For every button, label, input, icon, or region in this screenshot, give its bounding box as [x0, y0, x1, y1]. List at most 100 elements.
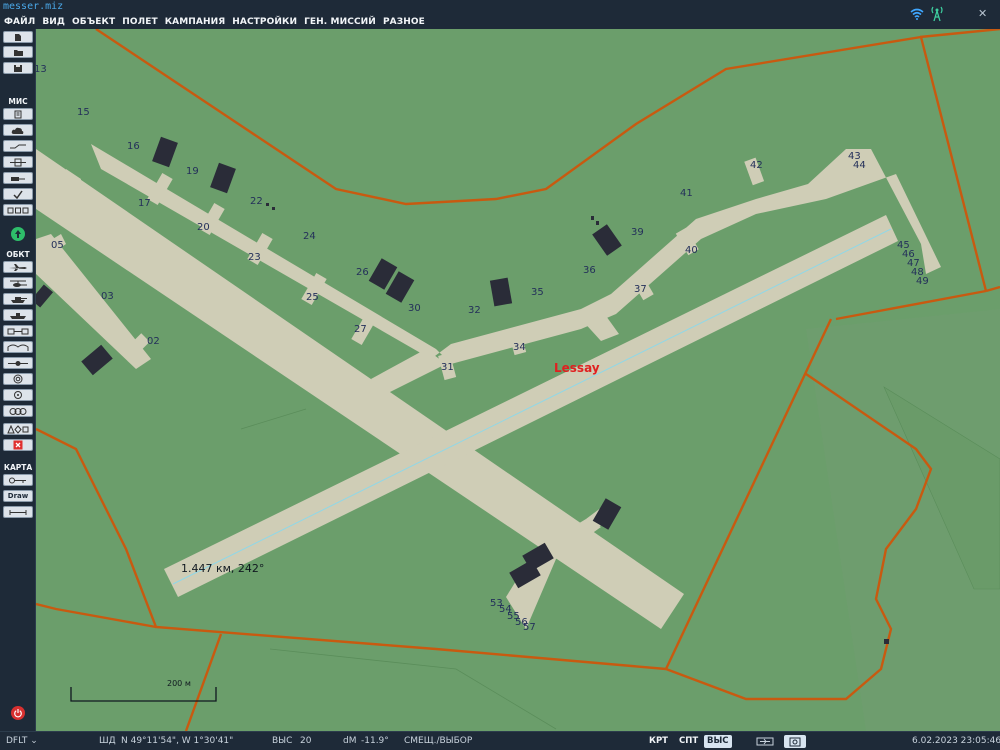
- parking-label[interactable]: 34: [513, 342, 526, 353]
- map-layer-button[interactable]: [784, 735, 806, 748]
- menu-misc[interactable]: РАЗНОЕ: [383, 17, 425, 27]
- satellite-mode-button[interactable]: СПТ: [676, 735, 701, 748]
- static-object-icon: [7, 328, 29, 334]
- parking-label[interactable]: 13: [36, 64, 47, 75]
- plane-filter-button[interactable]: [754, 735, 776, 748]
- group-icon: [9, 407, 27, 415]
- menu-view[interactable]: ВИД: [42, 17, 65, 27]
- menu-campaign[interactable]: КАМПАНИЯ: [165, 17, 226, 27]
- wifi-icon[interactable]: [910, 8, 924, 20]
- airfield-name-label[interactable]: Lessay: [554, 361, 600, 375]
- altitude-label: ВЫС: [272, 736, 293, 746]
- parking-label[interactable]: 16: [127, 141, 140, 152]
- cursor-mode: СМЕЩ./ВЫБОР: [404, 736, 473, 746]
- menu-flight[interactable]: ПОЛЕТ: [122, 17, 157, 27]
- parking-label[interactable]: 27: [354, 324, 367, 335]
- hangar: [884, 639, 889, 644]
- add-navpoint-button[interactable]: [3, 357, 33, 369]
- parking-label[interactable]: 32: [468, 305, 481, 316]
- coords-label: ШД: [99, 736, 116, 746]
- delete-icon: [13, 440, 23, 450]
- parking-label[interactable]: 15: [77, 107, 90, 118]
- menu-settings[interactable]: НАСТРОЙКИ: [232, 17, 297, 27]
- save-file-button[interactable]: [3, 62, 33, 74]
- parking-label[interactable]: 42: [750, 160, 763, 171]
- menu-mission-generator[interactable]: ГЕН. МИССИЙ: [304, 17, 376, 27]
- draw-label: Draw: [7, 492, 29, 500]
- map-options-button[interactable]: [3, 474, 33, 486]
- title-bar: messer.miz: [0, 0, 1000, 14]
- altitude-mode-button[interactable]: ВЫС: [704, 735, 732, 748]
- parking-label[interactable]: 40: [685, 245, 698, 256]
- close-icon[interactable]: ✕: [978, 7, 987, 21]
- parking-label[interactable]: 26: [356, 267, 369, 278]
- add-zone-button[interactable]: [3, 373, 33, 385]
- fly-mission-button[interactable]: [11, 227, 25, 241]
- parking-label[interactable]: 24: [303, 231, 316, 242]
- parking-label[interactable]: 05: [51, 240, 64, 251]
- resource-icon: [11, 176, 25, 181]
- open-file-button[interactable]: [3, 46, 33, 58]
- altitude-value: 20: [300, 736, 312, 746]
- resource-manager-button[interactable]: [3, 172, 33, 184]
- profile-label: DFLT: [6, 736, 28, 746]
- profile-selector[interactable]: DFLT ⌄: [6, 736, 38, 746]
- goals-button[interactable]: [3, 188, 33, 200]
- menu-file[interactable]: ФАЙЛ: [4, 17, 35, 27]
- parking-label[interactable]: 36: [583, 265, 596, 276]
- ruler-button[interactable]: [3, 506, 33, 518]
- parking-label[interactable]: 03: [101, 291, 114, 302]
- parking-label[interactable]: 25: [306, 292, 319, 303]
- plane-filter-icon: [756, 737, 774, 746]
- mission-map[interactable]: 13 15 16 17 19 20 22 23 24 25 26 27 30 3…: [36, 29, 1000, 731]
- draw-button[interactable]: Draw: [3, 490, 33, 502]
- parking-label[interactable]: 57: [523, 622, 536, 633]
- hangar: [210, 162, 236, 194]
- ruler-measurement-readout: 1.447 км, 242°: [181, 562, 265, 575]
- add-plane-button[interactable]: [3, 261, 33, 273]
- hangar: [591, 216, 594, 220]
- trigger-zone-button[interactable]: [3, 156, 33, 168]
- menu-object[interactable]: ОБЪЕКТ: [72, 17, 115, 27]
- add-fortification-button[interactable]: [3, 341, 33, 353]
- field-outline: [269, 648, 557, 730]
- parking-label[interactable]: 49: [916, 276, 929, 287]
- parking-label[interactable]: 23: [248, 252, 261, 263]
- template-icon: [7, 207, 29, 213]
- briefing-button[interactable]: [3, 108, 33, 120]
- parking-label[interactable]: 44: [853, 160, 866, 171]
- parking-label[interactable]: 20: [197, 222, 210, 233]
- parking-label[interactable]: 22: [250, 196, 263, 207]
- parking-label[interactable]: 41: [680, 188, 693, 199]
- arrow-up-icon: [15, 230, 21, 238]
- parking-label[interactable]: 17: [138, 198, 151, 209]
- shapes-icon: [7, 424, 29, 434]
- add-group-button[interactable]: [3, 405, 33, 417]
- new-file-button[interactable]: [3, 31, 33, 43]
- hangar: [81, 344, 113, 376]
- parking-label[interactable]: 30: [408, 303, 421, 314]
- add-helicopter-button[interactable]: [3, 277, 33, 289]
- parking-label[interactable]: 39: [631, 227, 644, 238]
- parking-label[interactable]: 35: [531, 287, 544, 298]
- add-static-object-button[interactable]: [3, 325, 33, 337]
- parking-label[interactable]: 02: [147, 336, 160, 347]
- templates-button[interactable]: [3, 204, 33, 216]
- parking-label[interactable]: 31: [441, 362, 454, 373]
- map-mode-button[interactable]: КРТ: [646, 735, 671, 748]
- add-point-button[interactable]: [3, 389, 33, 401]
- weather-button[interactable]: [3, 124, 33, 136]
- map-section-label: КАРТА: [3, 463, 33, 472]
- window-title: messer.miz: [3, 1, 64, 12]
- delete-button[interactable]: [3, 439, 33, 451]
- add-ground-unit-button[interactable]: [3, 293, 33, 305]
- add-ship-button[interactable]: [3, 309, 33, 321]
- parking-label[interactable]: 37: [634, 284, 647, 295]
- add-shapes-button[interactable]: [3, 423, 33, 435]
- scale-bar-label: 200 м: [167, 679, 191, 688]
- triggers-button[interactable]: [3, 140, 33, 152]
- antenna-icon[interactable]: [931, 6, 943, 22]
- parking-label[interactable]: 19: [186, 166, 199, 177]
- hangar: [152, 136, 178, 168]
- exit-button[interactable]: [11, 706, 25, 720]
